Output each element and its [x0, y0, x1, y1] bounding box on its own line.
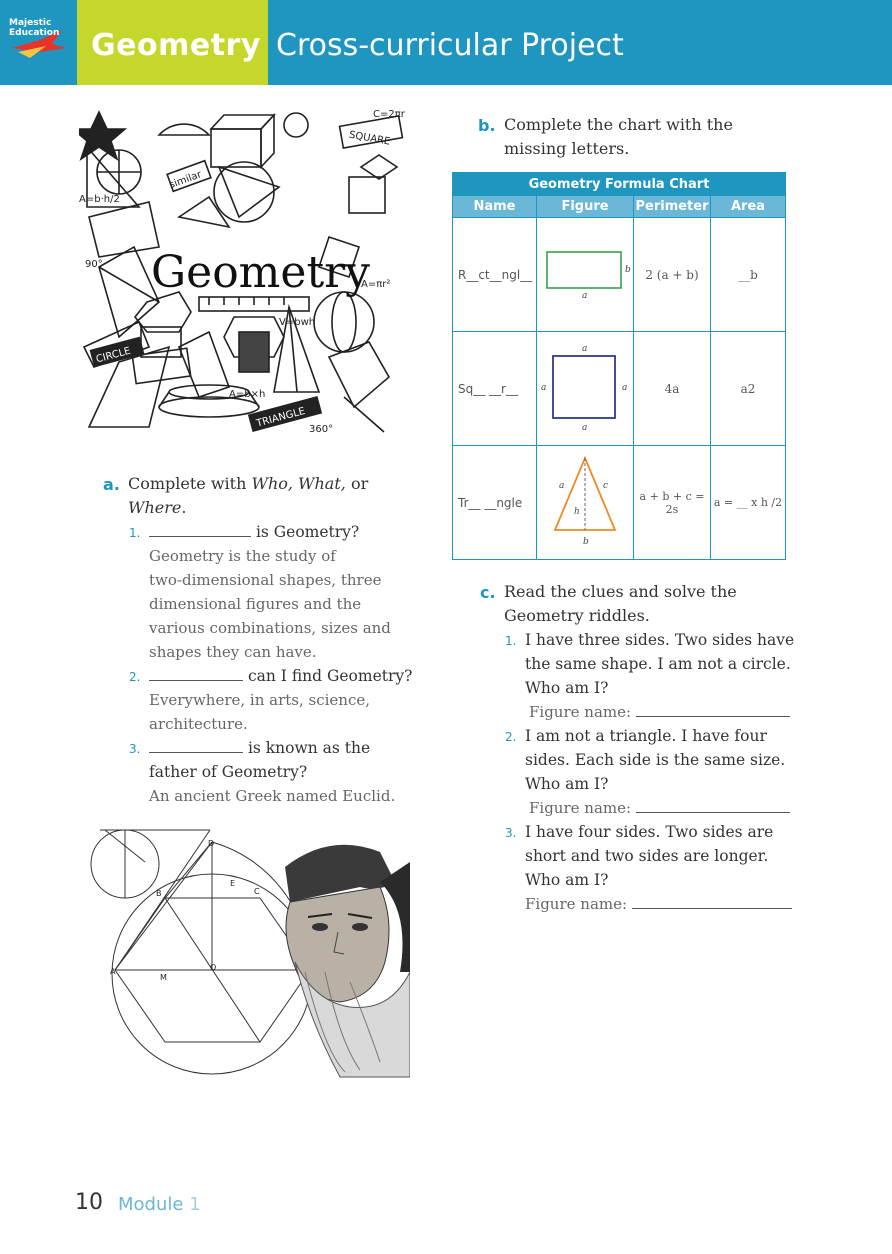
- page-subtitle: Cross-curricular Project: [276, 28, 624, 63]
- logo: Majestic Education: [0, 0, 77, 85]
- question-line: can I find Geometry?: [149, 664, 412, 688]
- area-cell[interactable]: a = __ x h /2: [710, 445, 786, 560]
- answer-blank[interactable]: [149, 736, 243, 753]
- column-header-area: Area: [710, 195, 786, 218]
- area-cell: a2: [710, 331, 786, 446]
- answer-text: Everywhere, in arts, science, architectu…: [149, 691, 370, 733]
- svg-text:E: E: [230, 879, 235, 888]
- rectangle-figure: b a: [536, 217, 634, 332]
- perimeter-cell: 4a: [633, 331, 711, 446]
- svg-text:a: a: [559, 481, 564, 491]
- item-number: 1.: [129, 526, 141, 540]
- svg-text:V=bwh: V=bwh: [279, 317, 315, 328]
- answer-blank[interactable]: [635, 700, 790, 717]
- svg-text:D: D: [208, 839, 214, 848]
- svg-text:b: b: [583, 537, 589, 547]
- item-number: 3.: [505, 826, 517, 840]
- svg-text:a: a: [582, 291, 587, 301]
- page-title: Geometry: [91, 28, 261, 63]
- triangle-figure: a c h b: [536, 445, 634, 560]
- svg-text:b: b: [625, 265, 631, 275]
- svg-text:a: a: [582, 423, 587, 433]
- answer-blank[interactable]: [149, 664, 243, 681]
- answer-blank[interactable]: [635, 796, 790, 813]
- svg-text:A=b·h/2: A=b·h/2: [79, 194, 120, 205]
- shape-name-blank[interactable]: R__ct__ngl__: [452, 217, 537, 332]
- figure-name-field[interactable]: Figure name:: [529, 700, 790, 724]
- geometry-doodle-illustration: Geometry SQUARE similar CIRCLE TRIANGLE …: [79, 109, 406, 435]
- figure-name-field[interactable]: Figure name:: [525, 892, 792, 916]
- item-number: 2.: [505, 730, 517, 744]
- logo-text: Majestic Education: [9, 18, 60, 38]
- svg-text:O: O: [210, 963, 216, 972]
- svg-text:C=2πr: C=2πr: [373, 109, 406, 120]
- shape-name-blank[interactable]: Tr__ __ngle: [452, 445, 537, 560]
- svg-text:C: C: [254, 887, 260, 896]
- item-number: 2.: [129, 670, 141, 684]
- column-header-name: Name: [452, 195, 537, 218]
- shape-name-blank[interactable]: Sq__ __r__: [452, 331, 537, 446]
- svg-text:90°: 90°: [85, 259, 103, 270]
- section-c-prompt: Read the clues and solve the Geometry ri…: [504, 582, 737, 625]
- answer-text: Geometry is the study of two-dimensional…: [149, 547, 391, 661]
- svg-text:M: M: [160, 973, 167, 982]
- section-a-prompt: Complete with Who, What, or Where.: [128, 474, 369, 517]
- riddle-text: I have three sides. Two sides have the s…: [525, 631, 795, 697]
- answer-blank[interactable]: [149, 520, 251, 537]
- svg-text:A=b×h: A=b×h: [229, 389, 265, 400]
- svg-text:360°: 360°: [309, 424, 333, 435]
- svg-text:A: A: [110, 967, 116, 976]
- svg-text:a: a: [622, 383, 627, 393]
- figure-name-field[interactable]: Figure name:: [529, 796, 790, 820]
- euclid-illustration: D B E C A M O: [90, 829, 410, 1078]
- perimeter-cell: 2 (a + b): [633, 217, 711, 332]
- square-figure: a a a a: [536, 331, 634, 446]
- chart-title: Geometry Formula Chart: [452, 172, 786, 196]
- svg-text:a: a: [541, 383, 546, 393]
- logo-bird-icon: [12, 30, 66, 58]
- module-label: Module 1: [118, 1194, 201, 1215]
- svg-text:A=πr²: A=πr²: [361, 279, 390, 290]
- area-cell[interactable]: __b: [710, 217, 786, 332]
- svg-text:a: a: [582, 344, 587, 354]
- geometry-formula-chart: Geometry Formula Chart Name Figure Perim…: [452, 172, 786, 560]
- svg-text:c: c: [603, 481, 608, 491]
- svg-text:Geometry: Geometry: [151, 247, 370, 298]
- item-number: 3.: [129, 742, 141, 756]
- column-header-perimeter: Perimeter: [633, 195, 711, 218]
- table-row: R__ct__ngl__ b a 2 (a + b) __b: [452, 217, 786, 332]
- svg-text:SQUARE: SQUARE: [348, 130, 391, 148]
- answer-blank[interactable]: [631, 892, 792, 909]
- section-c-letter: c.: [480, 583, 496, 602]
- question-line: is Geometry?: [149, 520, 359, 544]
- svg-text:h: h: [574, 507, 580, 517]
- section-b-letter: b.: [478, 116, 496, 135]
- column-header-figure: Figure: [536, 195, 634, 218]
- answer-text: An ancient Greek named Euclid.: [149, 787, 396, 805]
- riddle-text: I have four sides. Two sides are short a…: [525, 823, 774, 889]
- table-row: Sq__ __r__ a a a a 4a a2: [452, 331, 786, 446]
- question-line: is known as the father of Geometry?: [149, 736, 409, 784]
- section-b-prompt: Complete the chart with the missing lett…: [504, 115, 733, 158]
- page-number: 10: [75, 1190, 103, 1215]
- table-row: Tr__ __ngle a c h b a + b + c = 2s a = _…: [452, 445, 786, 560]
- section-a-letter: a.: [103, 475, 120, 494]
- item-number: 1.: [505, 634, 517, 648]
- riddle-text: I am not a triangle. I have four sides. …: [525, 727, 786, 793]
- svg-text:B: B: [156, 889, 162, 898]
- perimeter-cell: a + b + c = 2s: [633, 445, 711, 560]
